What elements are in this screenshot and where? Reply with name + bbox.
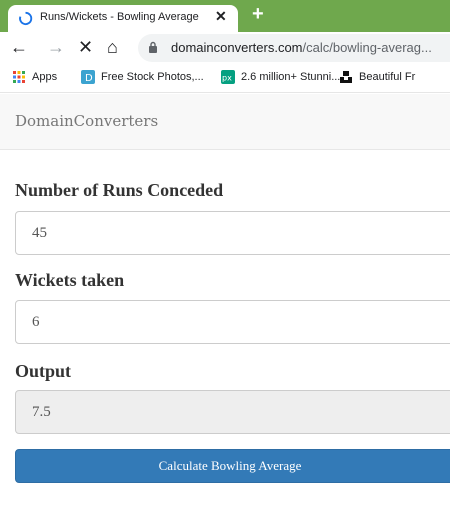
- output-value: 7.5: [32, 404, 51, 420]
- bookmark-stunning-images[interactable]: px 2.6 million+ Stunni...: [221, 70, 340, 84]
- unsplash-icon: [340, 71, 352, 83]
- home-icon[interactable]: ⌂: [107, 36, 118, 58]
- bookmark-label: Free Stock Photos,...: [101, 71, 204, 83]
- calculate-bowling-average-button[interactable]: Calculate Bowling Average: [15, 449, 450, 483]
- loading-spinner-icon: [19, 11, 33, 26]
- browser-tab[interactable]: Runs/Wickets - Bowling Average ✕: [8, 5, 238, 32]
- bookmark-free-stock-photos[interactable]: D Free Stock Photos,...: [81, 70, 204, 84]
- new-tab-button[interactable]: +: [252, 3, 264, 26]
- site-brand-link[interactable]: DomainConverters: [15, 112, 158, 130]
- bookmark-apps[interactable]: Apps: [12, 70, 57, 84]
- wickets-taken-value: 6: [32, 314, 40, 330]
- runs-conceded-value: 45: [32, 225, 47, 241]
- output-label: Output: [15, 361, 72, 381]
- bookmark-label: Apps: [32, 71, 58, 83]
- tab-title: Runs/Wickets - Bowling Average: [40, 11, 199, 23]
- lock-icon: [149, 41, 157, 53]
- runs-conceded-label: Number of Runs Conceded: [15, 180, 224, 200]
- svg-text:px: px: [222, 74, 232, 83]
- url-path: /calc/bowling-averag...: [302, 40, 432, 55]
- browser-toolbar: ← → ✕ ⌂ domainconverters.com/calc/bowlin…: [0, 32, 450, 63]
- output-field[interactable]: 7.5: [15, 390, 450, 434]
- url-domain: domainconverters.com: [171, 40, 303, 55]
- site-navbar: DomainConverters: [0, 94, 450, 150]
- bookmark-label: Beautiful Fr: [359, 71, 416, 83]
- wickets-taken-input[interactable]: 6: [15, 300, 450, 344]
- pixabay-px-icon: px: [221, 70, 235, 84]
- bookmarks-bar: Apps D Free Stock Photos,... px 2.6 mill…: [0, 63, 450, 93]
- wickets-taken-label: Wickets taken: [15, 270, 125, 290]
- url-text: domainconverters.com/calc/bowling-averag…: [171, 40, 432, 55]
- svg-text:D: D: [85, 73, 93, 84]
- stop-loading-icon[interactable]: ✕: [78, 36, 93, 58]
- bookmark-label: 2.6 million+ Stunni...: [241, 71, 341, 83]
- bookmark-beautiful[interactable]: Beautiful Fr: [339, 70, 415, 84]
- apps-grid-icon: [13, 71, 25, 83]
- address-bar[interactable]: domainconverters.com/calc/bowling-averag…: [138, 34, 450, 62]
- tab-close-icon[interactable]: ✕: [215, 8, 227, 25]
- forward-arrow-icon[interactable]: →: [47, 36, 65, 58]
- back-arrow-icon[interactable]: ←: [10, 36, 28, 58]
- pexels-d-icon: D: [81, 70, 95, 84]
- runs-conceded-input[interactable]: 45: [15, 211, 450, 255]
- browser-tab-strip: Runs/Wickets - Bowling Average ✕ +: [0, 0, 450, 32]
